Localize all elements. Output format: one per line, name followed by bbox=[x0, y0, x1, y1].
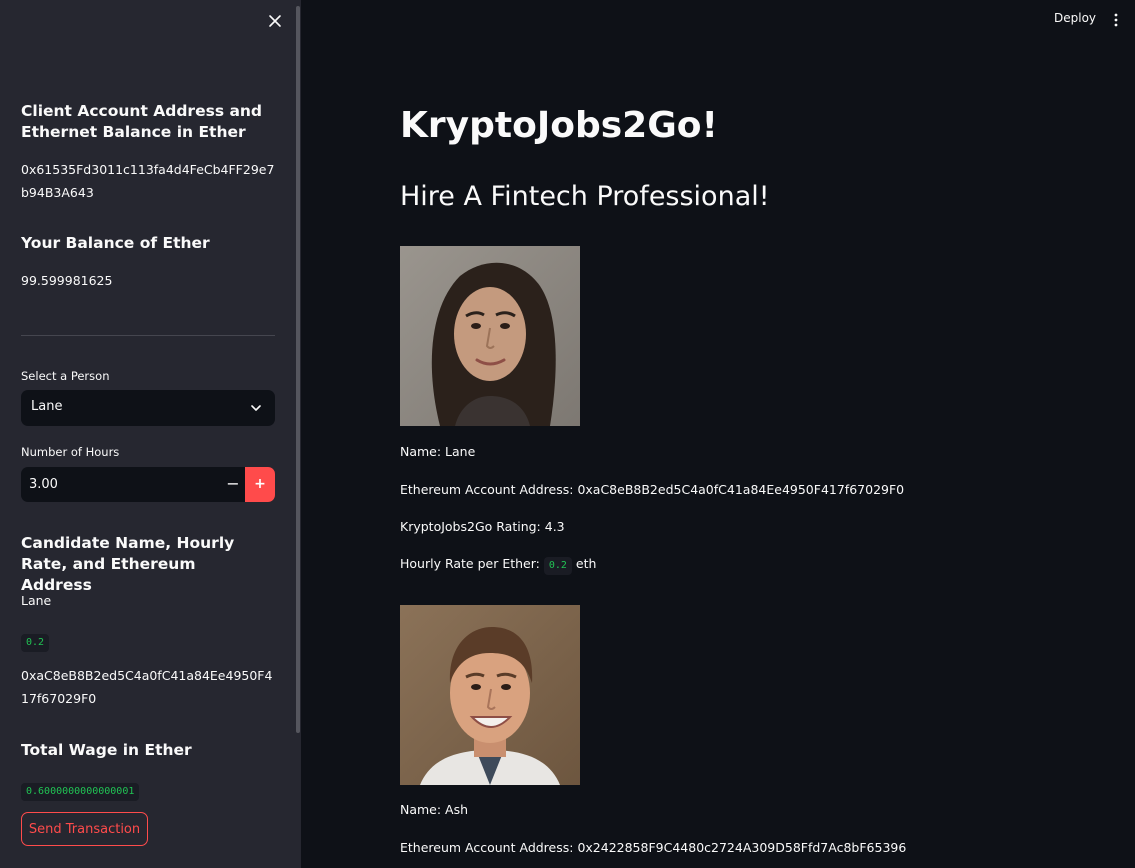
candidate-address: 0xaC8eB8B2ed5C4a0fC41a84Ee4950F417f67029… bbox=[21, 668, 273, 706]
select-person-value: Lane bbox=[31, 399, 63, 414]
deploy-button[interactable]: Deploy bbox=[1054, 11, 1096, 25]
candidate-rating-line: KryptoJobs2Go Rating: 4.3 bbox=[400, 519, 565, 534]
close-icon bbox=[269, 15, 281, 27]
close-sidebar-button[interactable] bbox=[266, 12, 284, 30]
page-subtitle: Hire A Fintech Professional! bbox=[400, 181, 770, 212]
select-person-label: Select a Person bbox=[21, 369, 110, 383]
main-content: Deploy KryptoJobs2Go! Hire A Fintech Pro… bbox=[301, 0, 1135, 868]
rate-value: 0.2 bbox=[543, 557, 572, 575]
candidate-address-line: Ethereum Account Address: 0xaC8eB8B2ed5C… bbox=[400, 482, 905, 497]
candidate-rate: 0.2 bbox=[21, 634, 50, 652]
chevron-down-icon bbox=[251, 405, 261, 411]
rate-suffix: eth bbox=[575, 556, 597, 571]
candidate-photo bbox=[400, 605, 580, 785]
candidate-photo bbox=[400, 246, 580, 426]
candidate-name: Lane bbox=[21, 593, 52, 608]
vertical-ellipsis-icon[interactable] bbox=[1111, 12, 1121, 28]
balance-heading: Your Balance of Ether bbox=[21, 234, 210, 252]
wage-value: 0.6000000000000001 bbox=[21, 783, 140, 801]
wage-code: 0.6000000000000001 bbox=[21, 779, 140, 801]
candidate-rate-code: 0.2 bbox=[21, 630, 50, 652]
hours-input[interactable] bbox=[21, 467, 221, 502]
app-window: Client Account Address and Ethernet Bala… bbox=[0, 0, 1135, 868]
send-transaction-button[interactable]: Send Transaction bbox=[21, 812, 148, 846]
candidate-heading: Candidate Name, Hourly Rate, and Ethereu… bbox=[21, 534, 235, 594]
balance-value: 99.599981625 bbox=[21, 273, 113, 288]
select-person-dropdown[interactable]: Lane bbox=[21, 390, 275, 426]
rate-prefix: Hourly Rate per Ether: bbox=[400, 556, 540, 571]
sidebar-scrollbar[interactable] bbox=[296, 6, 300, 733]
page-title: KryptoJobs2Go! bbox=[400, 105, 718, 146]
decrement-button[interactable]: − bbox=[221, 467, 245, 502]
hours-stepper: − + bbox=[21, 467, 275, 502]
candidate-name-line: Name: Ash bbox=[400, 802, 469, 817]
candidate-name-line: Name: Lane bbox=[400, 444, 476, 459]
wage-heading: Total Wage in Ether bbox=[21, 741, 192, 759]
client-account-heading: Client Account Address and Ethernet Bala… bbox=[21, 102, 263, 141]
sidebar-divider bbox=[21, 335, 275, 336]
increment-button[interactable]: + bbox=[245, 467, 275, 502]
hours-label: Number of Hours bbox=[21, 445, 120, 459]
client-address: 0x61535Fd3011c113fa4d4FeCb4FF29e7b94B3A6… bbox=[21, 162, 275, 200]
sidebar: Client Account Address and Ethernet Bala… bbox=[0, 0, 301, 868]
candidate-address-line: Ethereum Account Address: 0x2422858F9C44… bbox=[400, 840, 907, 855]
candidate-rate-line: Hourly Rate per Ether: 0.2 eth bbox=[400, 554, 596, 575]
